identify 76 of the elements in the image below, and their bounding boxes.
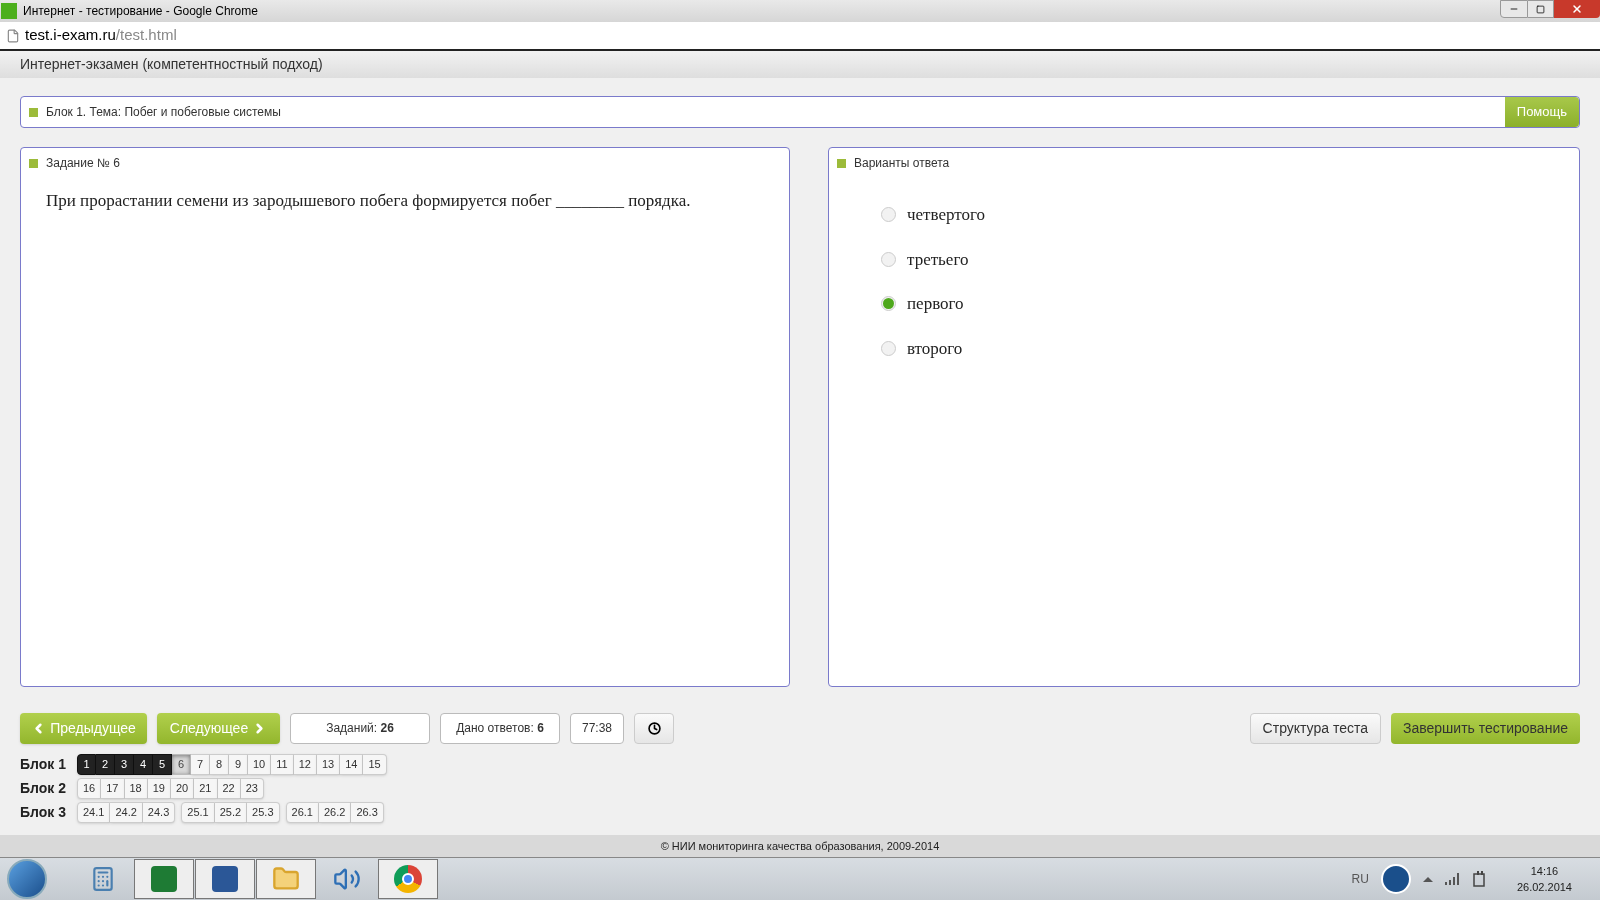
question-number-button[interactable]: 26.3	[351, 802, 384, 823]
question-number-button[interactable]: 26.1	[285, 802, 319, 823]
test-structure-button[interactable]: Структура теста	[1249, 712, 1381, 744]
close-icon	[1571, 3, 1583, 15]
question-number-button[interactable]: 9	[229, 754, 248, 775]
question-number-button[interactable]: 8	[210, 754, 229, 775]
tasks-counter: Заданий: 26	[290, 712, 430, 744]
tray-expand-icon[interactable]	[1422, 876, 1433, 882]
question-number-button[interactable]: 25.2	[214, 802, 248, 823]
question-number-button[interactable]: 1	[77, 754, 96, 775]
language-indicator[interactable]: RU	[1351, 870, 1369, 888]
question-number-button[interactable]: 25.3	[247, 802, 280, 823]
question-text: При прорастании семени из зародышевого побега формируется побег ________ порядка.	[46, 190, 692, 212]
answer-option-label: первого	[907, 293, 964, 315]
power-plug-icon[interactable]	[1472, 871, 1487, 887]
question-number-button[interactable]: 23	[240, 778, 264, 799]
page-header-title: Интернет-экзамен (компетентностный подход)	[20, 55, 323, 74]
question-number-button[interactable]: 24.1	[77, 802, 111, 823]
question-number-button[interactable]: 20	[171, 778, 195, 799]
address-field[interactable]: test.i-exam.ru/test.html	[25, 24, 177, 47]
question-number-button[interactable]: 6	[172, 754, 191, 775]
timer: 77:38	[570, 712, 624, 744]
app-icon	[1, 3, 17, 19]
block-label: Блок 2	[20, 779, 67, 798]
maximize-icon	[1536, 4, 1545, 14]
clock-time[interactable]: 14:16	[1530, 862, 1559, 879]
maximize-button[interactable]	[1528, 0, 1554, 18]
clock-button[interactable]	[634, 712, 674, 744]
question-number-button[interactable]: 21	[194, 778, 218, 799]
browser-taskbar-icon[interactable]	[378, 859, 438, 899]
minimize-button[interactable]	[1500, 0, 1528, 18]
question-number-button[interactable]: 26.2	[318, 802, 352, 823]
question-number-button[interactable]: 24.2	[110, 802, 143, 823]
block-label: Блок 1	[20, 755, 67, 774]
footer-copyright: © НИИ мониторинга качества образования, 2009-2014	[660, 838, 940, 854]
question-number-button[interactable]: 24.3	[142, 802, 176, 823]
radio-button[interactable]	[881, 296, 896, 312]
question-number-button[interactable]: 22	[217, 778, 241, 799]
square-bullet-icon	[29, 158, 38, 168]
question-number-button[interactable]: 5	[153, 754, 172, 775]
radio-button[interactable]	[881, 207, 896, 223]
clock-icon	[647, 721, 661, 735]
page-icon	[6, 28, 20, 43]
question-number-button[interactable]: 18	[124, 778, 148, 799]
answers-counter: Дано ответов: 6	[440, 712, 560, 744]
task-title: Задание № 6	[46, 155, 120, 172]
question-number-button[interactable]: 10	[248, 754, 272, 775]
question-number-button[interactable]: 3	[115, 754, 134, 775]
radio-button[interactable]	[881, 251, 896, 267]
question-number-button[interactable]: 16	[77, 778, 102, 799]
answers-title: Варианты ответа	[854, 155, 950, 172]
finish-test-button[interactable]: Завершить тестирование	[1391, 712, 1580, 744]
answer-option-label: четвертого	[907, 204, 986, 226]
answer-option-label: третьего	[907, 248, 969, 271]
folder-taskbar-icon[interactable]	[256, 859, 316, 899]
question-number-button[interactable]: 15	[363, 754, 387, 775]
question-number-button[interactable]: 12	[293, 754, 317, 775]
question-number-button[interactable]: 14	[340, 754, 364, 775]
answer-option-label: второго	[907, 337, 963, 360]
topic-title: Блок 1. Тема: Побег и побеговые системы	[46, 104, 281, 121]
window-title: Интернет - тестирование - Google Chrome	[23, 3, 258, 20]
question-number-button[interactable]: 13	[316, 754, 341, 775]
radio-button[interactable]	[881, 340, 896, 356]
question-number-button[interactable]: 17	[101, 778, 125, 799]
question-number-button[interactable]: 25.1	[181, 802, 215, 823]
close-button[interactable]	[1554, 0, 1600, 18]
question-number-button[interactable]: 19	[147, 778, 171, 799]
question-number-button[interactable]: 4	[134, 754, 153, 775]
square-bullet-icon	[29, 107, 38, 117]
square-bullet-icon	[837, 158, 846, 168]
signal-icon[interactable]	[1444, 873, 1461, 885]
question-number-button[interactable]: 11	[271, 754, 294, 775]
block-label: Блок 3	[20, 803, 67, 822]
question-number-button[interactable]: 7	[191, 754, 210, 775]
question-number-button[interactable]: 2	[96, 754, 115, 775]
clock-date[interactable]: 26.02.2014	[1516, 879, 1572, 896]
